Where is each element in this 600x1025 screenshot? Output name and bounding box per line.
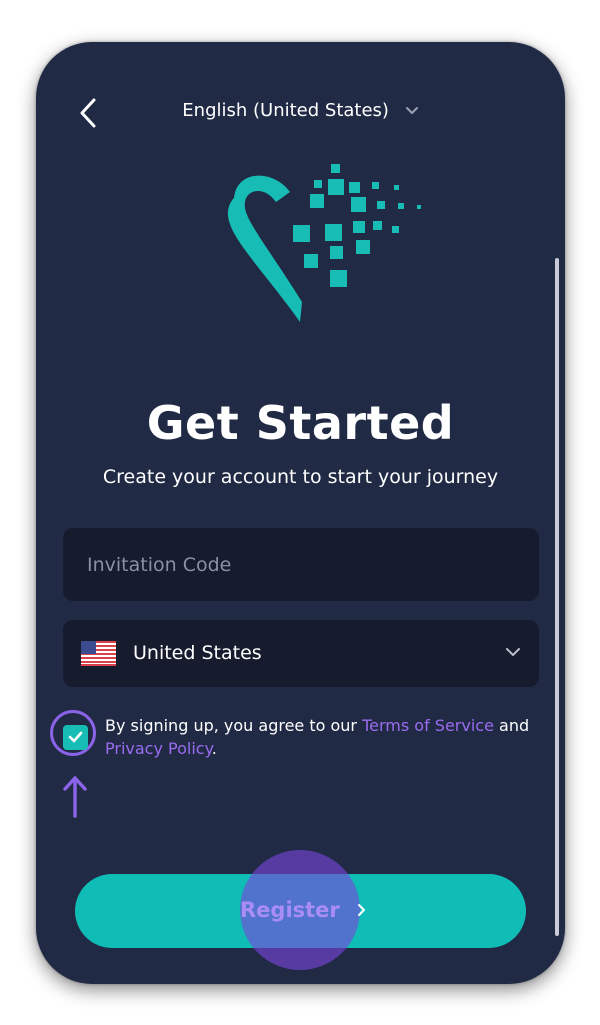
pixel-heart-logo-icon	[227, 164, 421, 322]
arrow-up-icon	[63, 776, 87, 818]
language-selector[interactable]: English (United States)	[36, 100, 565, 121]
agreement-checkbox[interactable]	[63, 725, 88, 750]
chevron-down-icon	[405, 107, 418, 114]
terms-of-service-link[interactable]: Terms of Service	[362, 716, 494, 735]
country-selected-label: United States	[133, 642, 262, 664]
scrollbar[interactable]	[555, 258, 559, 936]
privacy-policy-link[interactable]: Privacy Policy	[105, 739, 212, 758]
invitation-code-field[interactable]	[63, 528, 539, 601]
chevron-right-icon	[358, 904, 365, 916]
chevron-down-icon	[506, 648, 520, 656]
register-button-label: Register	[240, 898, 340, 922]
page-subtitle: Create your account to start your journe…	[102, 466, 499, 488]
language-label: English (United States)	[182, 100, 389, 121]
agreement-text-before: By signing up, you agree to our	[105, 716, 363, 735]
agreement-text: By signing up, you agree to our Terms of…	[105, 714, 535, 760]
checkmark-icon	[68, 731, 83, 743]
agreement-text-after: .	[211, 739, 217, 758]
us-flag-icon	[81, 641, 116, 666]
invitation-code-input[interactable]	[63, 528, 539, 601]
page-title: Get Started	[146, 396, 455, 450]
country-select[interactable]: United States	[63, 620, 539, 687]
phone-screen: English (United States) Get Started Crea…	[36, 42, 565, 984]
agreement-text-middle: and	[493, 716, 530, 735]
